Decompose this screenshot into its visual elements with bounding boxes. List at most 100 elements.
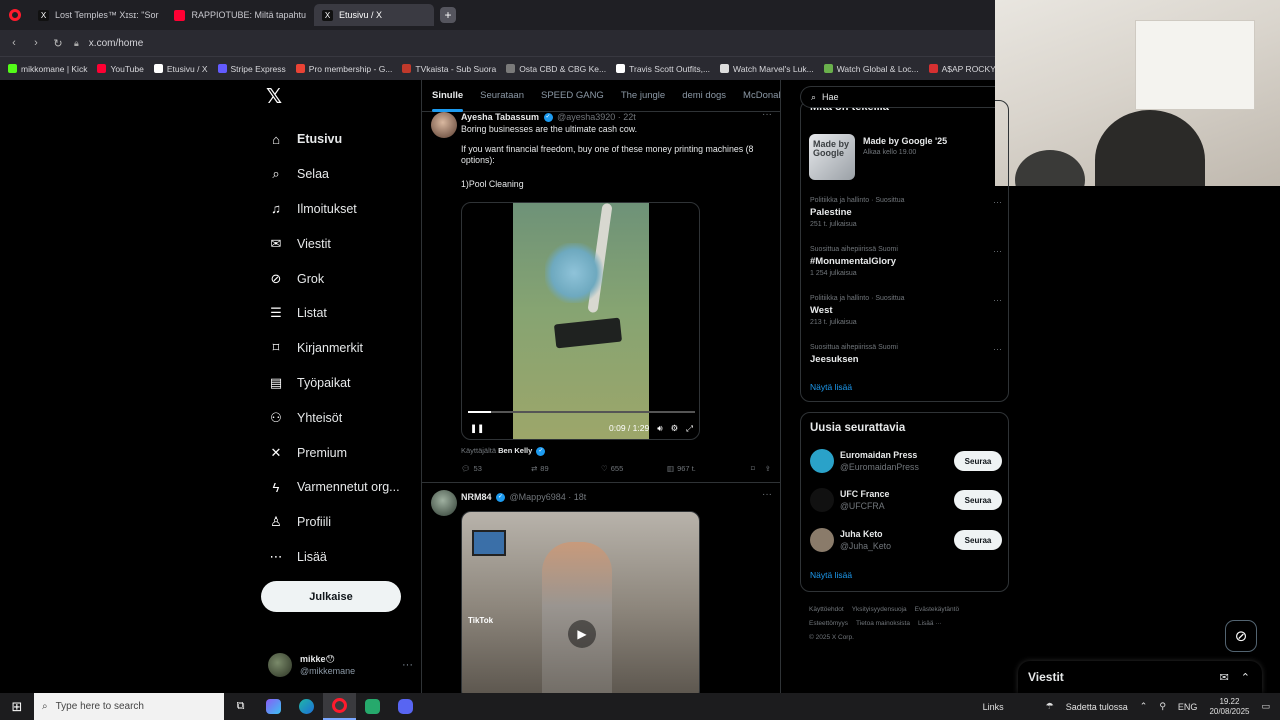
video-player[interactable]: ❚❚ 0:09 / 1:29 🔊︎ ⚙ ⤢ bbox=[461, 202, 700, 440]
avatar[interactable] bbox=[431, 112, 457, 138]
notifications-icon[interactable]: ▭ bbox=[1261, 701, 1270, 712]
bookmark-item[interactable]: Pro membership - G... bbox=[295, 64, 392, 74]
footer-link[interactable]: Käyttöehdot bbox=[809, 606, 844, 613]
app-icon[interactable] bbox=[356, 693, 389, 720]
messages-drawer[interactable]: Viestit ✉ ⌃ bbox=[1018, 661, 1262, 693]
volume-icon[interactable]: 🔊︎ bbox=[657, 423, 662, 434]
post[interactable]: Ayesha Tabassum ✓ @ayesha3920 · 22t ··· … bbox=[422, 109, 780, 482]
tray-chevron-icon[interactable]: ⌃ bbox=[1140, 701, 1148, 712]
settings-icon[interactable]: ⚙ bbox=[671, 423, 679, 434]
follow-button[interactable]: Seuraa bbox=[954, 451, 1002, 471]
post-media[interactable]: TikTok ▶ bbox=[461, 511, 700, 695]
windows-start-icon[interactable]: ⊞ bbox=[0, 693, 34, 720]
bookmark-item[interactable]: Etusivu / X bbox=[153, 64, 208, 74]
bookmark-item[interactable]: YouTube bbox=[97, 64, 144, 74]
grok-icon[interactable]: ⊘ bbox=[1225, 620, 1257, 652]
nav-item-lisää[interactable]: ⋯ Lisää bbox=[262, 540, 422, 575]
reply-button[interactable]: 💬︎ 53 bbox=[461, 464, 531, 473]
bookmark-item[interactable]: Watch Marvel's Luk... bbox=[720, 64, 814, 74]
more-dots-icon[interactable]: ··· bbox=[993, 295, 1002, 305]
nav-item-grok[interactable]: ⊘ Grok bbox=[262, 261, 422, 296]
nav-item-profiili[interactable]: ♙ Profiili bbox=[262, 505, 422, 540]
discord-icon[interactable] bbox=[389, 693, 422, 720]
browser-tab-active[interactable]: X Etusivu / X bbox=[314, 4, 435, 26]
bookmark-item[interactable]: Osta CBD & CBG Ke... bbox=[506, 64, 606, 74]
show-more-link[interactable]: Näytä lisää bbox=[810, 382, 852, 392]
play-icon[interactable]: ▶ bbox=[568, 620, 596, 648]
fullscreen-icon[interactable]: ⤢ bbox=[686, 423, 693, 434]
trend-item[interactable]: Suosittua aihepiirissä Suomi Jeesuksen ··· bbox=[810, 344, 1002, 365]
views-button[interactable]: ▥ 967 t. bbox=[667, 464, 741, 473]
footer-link[interactable]: Tietoa mainoksista bbox=[856, 620, 910, 627]
nav-item-viestit[interactable]: ✉ Viestit bbox=[262, 226, 422, 261]
footer-link[interactable]: Lisää ··· bbox=[918, 620, 942, 627]
bookmark-item[interactable]: Watch Global & Loc... bbox=[823, 64, 919, 74]
app-icon[interactable] bbox=[257, 693, 290, 720]
new-tab-button[interactable]: + bbox=[440, 7, 457, 23]
avatar[interactable] bbox=[810, 528, 834, 552]
opera-logo-icon[interactable] bbox=[0, 0, 30, 30]
nav-item-listat[interactable]: ☰ Listat bbox=[262, 296, 422, 331]
opera-icon[interactable] bbox=[323, 693, 356, 720]
bookmark-item[interactable]: Stripe Express bbox=[217, 64, 286, 74]
clock[interactable]: 19.22 20/08/2025 bbox=[1209, 697, 1249, 717]
timeline-tab[interactable]: McDonal bbox=[743, 90, 780, 101]
nav-item-selaa[interactable]: ⌕ Selaa bbox=[262, 157, 422, 192]
timeline-tab[interactable]: SPEED GANG bbox=[541, 90, 604, 101]
nav-item-yhteisöt[interactable]: ⚇ Yhteisöt bbox=[262, 400, 422, 435]
follow-suggestion[interactable]: UFC France @UFCFRA Seuraa bbox=[810, 488, 1002, 512]
timeline-tab[interactable]: Seurataan bbox=[480, 90, 524, 101]
footer-link[interactable]: Evästekäytäntö bbox=[915, 606, 959, 613]
language-indicator[interactable]: ENG bbox=[1178, 702, 1198, 712]
search-input[interactable]: ⌕ Hae bbox=[800, 86, 995, 108]
follow-suggestion[interactable]: Juha Keto @Juha_Keto Seuraa bbox=[810, 528, 1002, 552]
bookmark-item[interactable]: TVkaista - Sub Suora bbox=[402, 64, 496, 74]
source-name[interactable]: Ben Kelly bbox=[498, 446, 532, 455]
trend-item[interactable]: Politiikka ja hallinto · Suosittua Palest… bbox=[810, 197, 1002, 228]
post-button[interactable]: Julkaise bbox=[261, 581, 401, 612]
weather-text[interactable]: Sadetta tulossa bbox=[1066, 702, 1128, 712]
bookmark-icon[interactable]: ⌑ bbox=[751, 464, 755, 473]
taskbar-search[interactable]: ⌕ Type here to search bbox=[34, 693, 224, 720]
more-dots-icon[interactable]: ··· bbox=[993, 197, 1002, 207]
show-more-link[interactable]: Näytä lisää bbox=[810, 570, 852, 580]
forward-icon[interactable]: › bbox=[30, 37, 42, 49]
footer-link[interactable]: Yksityisyydensuoja bbox=[852, 606, 907, 613]
timeline-tab[interactable]: Sinulle bbox=[432, 90, 464, 112]
post-more-icon[interactable]: ··· bbox=[762, 109, 772, 120]
video-progress-bar[interactable] bbox=[468, 411, 695, 413]
follow-button[interactable]: Seuraa bbox=[954, 490, 1002, 510]
bookmark-item[interactable]: Travis Scott Outfits,... bbox=[616, 64, 710, 74]
author-name[interactable]: Ayesha Tabassum bbox=[461, 112, 539, 122]
bookmark-item[interactable]: mikkomane | Kick bbox=[8, 64, 87, 74]
footer-link[interactable]: Esteettömyys bbox=[809, 620, 848, 627]
task-view-icon[interactable]: ⧉ bbox=[224, 693, 257, 720]
share-icon[interactable]: ⇪ bbox=[765, 464, 771, 473]
more-dots-icon[interactable]: ··· bbox=[993, 246, 1002, 256]
author-name[interactable]: NRM84 bbox=[461, 492, 492, 502]
post-more-icon[interactable]: ··· bbox=[762, 489, 772, 500]
expand-icon[interactable]: ⌃ bbox=[1241, 671, 1250, 684]
more-dots-icon[interactable]: ··· bbox=[402, 659, 413, 671]
trend-item[interactable]: Suosittua aihepiirissä Suomi #MonumentalG… bbox=[810, 246, 1002, 277]
more-dots-icon[interactable]: ··· bbox=[993, 344, 1002, 354]
nav-item-kirjanmerkit[interactable]: ⌑ Kirjanmerkit bbox=[262, 331, 422, 366]
repost-button[interactable]: ⇄ 89 bbox=[531, 464, 601, 473]
avatar[interactable] bbox=[810, 488, 834, 512]
back-icon[interactable]: ‹ bbox=[8, 37, 20, 49]
promoted-trend[interactable]: Made by Google Made by Google '25 Alkaa … bbox=[809, 134, 1001, 180]
nav-item-etusivu[interactable]: ⌂ Etusivu bbox=[262, 122, 422, 157]
timeline-tab[interactable]: The jungle bbox=[621, 90, 665, 101]
browser-tab[interactable]: X Lost Temples™ Xɪsɪ: "Sor bbox=[30, 4, 166, 26]
like-button[interactable]: ♡ 655 bbox=[601, 464, 667, 473]
timeline-tab[interactable]: demi dogs bbox=[682, 90, 726, 101]
footer-link[interactable]: © 2025 X Corp. bbox=[809, 634, 854, 641]
network-icon[interactable]: ⚲ bbox=[1159, 701, 1166, 712]
follow-button[interactable]: Seuraa bbox=[954, 530, 1002, 550]
trend-item[interactable]: Politiikka ja hallinto · Suosittua West 21… bbox=[810, 295, 1002, 326]
account-switcher[interactable]: mikke😯 @mikkemane ··· bbox=[268, 653, 413, 677]
browser-tab[interactable]: RAPPIOTUBE: Miltä tapahtu bbox=[166, 4, 314, 26]
nav-item-varmennetut-org-[interactable]: ϟ Varmennetut org... bbox=[262, 470, 422, 505]
edge-icon[interactable] bbox=[290, 693, 323, 720]
pause-icon[interactable]: ❚❚ bbox=[470, 423, 484, 434]
